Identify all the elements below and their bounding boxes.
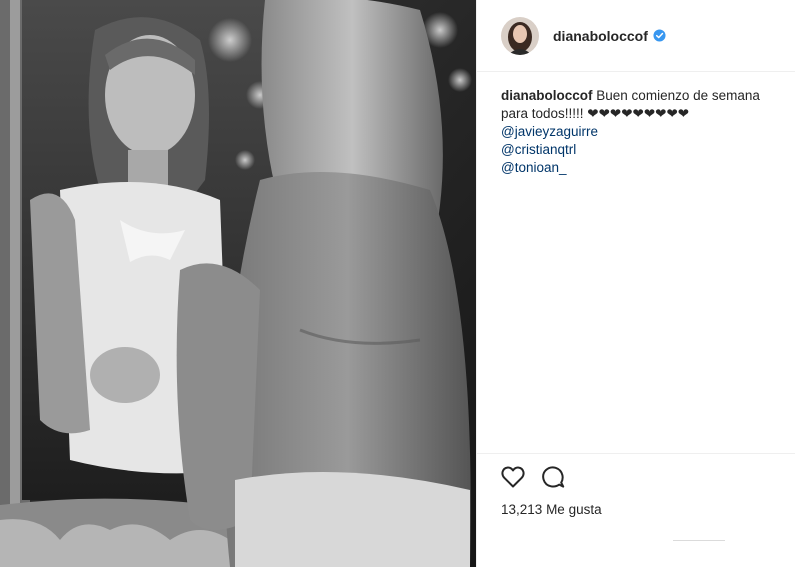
likes-label: Me gusta	[546, 502, 602, 517]
post-caption: dianaboloccof Buen comienzo de semana pa…	[477, 72, 795, 177]
like-button[interactable]	[501, 466, 525, 488]
heart-outline-icon	[501, 466, 525, 488]
mention-link-3[interactable]: @tonioan_	[501, 159, 775, 177]
verified-badge-icon	[653, 29, 666, 42]
caption-username[interactable]: dianaboloccof	[501, 88, 593, 103]
post-details-panel: dianaboloccof dianaboloccof Buen comienz…	[476, 0, 795, 567]
divider	[673, 540, 725, 541]
comment-bubble-icon	[542, 466, 565, 488]
avatar-image	[501, 16, 539, 55]
instagram-post: dianaboloccof dianaboloccof Buen comienz…	[0, 0, 795, 567]
mention-link-1[interactable]: @javieyzaguirre	[501, 123, 775, 141]
post-header: dianaboloccof	[477, 0, 795, 72]
photo-image	[0, 0, 476, 567]
avatar[interactable]	[501, 16, 539, 55]
mention-link-2[interactable]: @cristianqtrl	[501, 141, 775, 159]
caption-line: dianaboloccof Buen comienzo de semana pa…	[501, 87, 775, 123]
likes-summary[interactable]: 13,213 Me gusta	[501, 502, 779, 517]
post-actions: 13,213 Me gusta	[477, 453, 795, 517]
likes-count: 13,213	[501, 502, 543, 517]
header-username[interactable]: dianaboloccof	[553, 28, 648, 44]
action-row	[501, 462, 779, 492]
comment-button[interactable]	[541, 465, 565, 489]
post-photo[interactable]	[0, 0, 476, 567]
